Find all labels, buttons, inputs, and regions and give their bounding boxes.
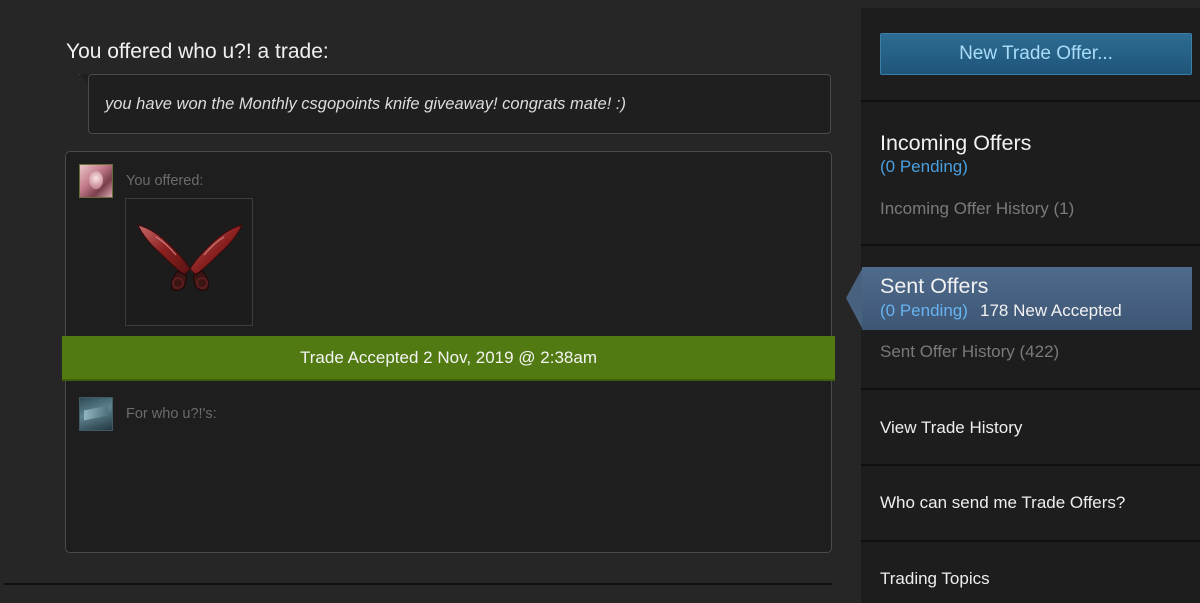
who-can-send-offers-link[interactable]: Who can send me Trade Offers? bbox=[880, 493, 1125, 513]
trade-headline: You offered who u?! a trade: bbox=[66, 40, 329, 63]
trade-message-box: you have won the Monthly csgopoints knif… bbox=[88, 74, 831, 134]
sent-offers-link[interactable]: Sent Offers bbox=[880, 274, 988, 299]
sidebar-divider bbox=[861, 464, 1200, 466]
sidebar-divider bbox=[861, 100, 1200, 102]
your-avatar[interactable] bbox=[79, 164, 113, 198]
trading-topics-link[interactable]: Trading Topics bbox=[880, 569, 990, 589]
sidebar-divider bbox=[861, 388, 1200, 390]
new-trade-offer-button[interactable]: New Trade Offer... bbox=[880, 33, 1192, 75]
offered-item-slot[interactable] bbox=[125, 198, 253, 326]
incoming-offers-link[interactable]: Incoming Offers bbox=[880, 131, 1031, 156]
view-trade-history-link[interactable]: View Trade History bbox=[880, 418, 1022, 438]
trade-message-text: you have won the Monthly csgopoints knif… bbox=[105, 95, 626, 113]
trade-status-banner: Trade Accepted 2 Nov, 2019 @ 2:38am bbox=[62, 336, 835, 381]
for-partner-label: For who u?!'s: bbox=[126, 406, 217, 422]
sidebar-divider bbox=[861, 244, 1200, 246]
partner-avatar[interactable] bbox=[79, 397, 113, 431]
sent-offer-history-link[interactable]: Sent Offer History (422) bbox=[880, 342, 1059, 362]
incoming-pending-count[interactable]: (0 Pending) bbox=[880, 157, 968, 177]
you-offered-label: You offered: bbox=[126, 173, 204, 189]
shadow-daggers-knife-icon bbox=[137, 224, 243, 292]
active-tab-pointer bbox=[846, 267, 863, 330]
sent-new-accepted-count[interactable]: 178 New Accepted bbox=[980, 301, 1122, 321]
bottom-divider bbox=[4, 583, 832, 585]
sent-pending-count[interactable]: (0 Pending) bbox=[880, 301, 968, 321]
sidebar-divider bbox=[861, 540, 1200, 542]
incoming-offer-history-link[interactable]: Incoming Offer History (1) bbox=[880, 199, 1074, 219]
